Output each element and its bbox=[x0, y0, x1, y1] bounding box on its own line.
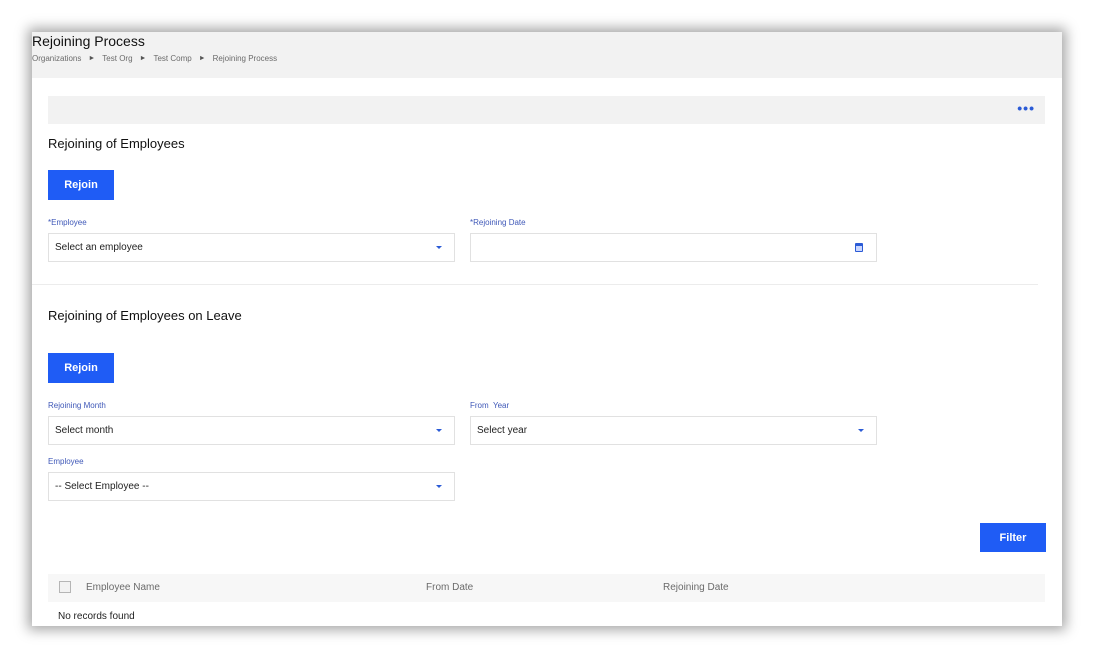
from-year-select[interactable]: Select year bbox=[470, 416, 877, 445]
filter-button[interactable]: Filter bbox=[980, 523, 1046, 552]
breadcrumb-test-comp[interactable]: Test Comp bbox=[153, 54, 191, 63]
breadcrumb-test-org[interactable]: Test Org bbox=[102, 54, 132, 63]
caret-down-icon bbox=[436, 246, 442, 249]
page-title: Rejoining Process bbox=[32, 33, 145, 49]
empty-state-message: No records found bbox=[58, 611, 135, 622]
chevron-right-icon: ► bbox=[198, 55, 206, 62]
from-year-label: From Year bbox=[470, 401, 510, 410]
employee-label: *Employee bbox=[48, 218, 87, 227]
select-all-checkbox[interactable] bbox=[59, 581, 71, 593]
more-options-icon[interactable]: ••• bbox=[1017, 100, 1035, 116]
caret-down-icon bbox=[436, 485, 442, 488]
column-employee-name[interactable]: Employee Name bbox=[86, 582, 160, 593]
rejoin-button[interactable]: Rejoin bbox=[48, 170, 114, 200]
chevron-right-icon: ► bbox=[139, 55, 147, 62]
employee-leave-select[interactable]: -- Select Employee -- bbox=[48, 472, 455, 501]
rejoin-leave-button[interactable]: Rejoin bbox=[48, 353, 114, 383]
from-year-value: Select year bbox=[477, 425, 528, 436]
calendar-icon[interactable] bbox=[855, 243, 863, 252]
page-header: Rejoining Process Organizations ► Test O… bbox=[32, 32, 1062, 78]
table-header: Employee Name From Date Rejoining Date bbox=[48, 574, 1045, 602]
toolbar: ••• bbox=[48, 96, 1045, 124]
employee-select-value: Select an employee bbox=[55, 242, 143, 253]
caret-down-icon bbox=[858, 429, 864, 432]
app-window: Rejoining Process Organizations ► Test O… bbox=[32, 32, 1062, 626]
employee-select[interactable]: Select an employee bbox=[48, 233, 455, 262]
employee-leave-value: -- Select Employee -- bbox=[55, 481, 149, 492]
employee-leave-label: Employee bbox=[48, 457, 84, 466]
section-divider bbox=[32, 284, 1038, 285]
rejoining-month-value: Select month bbox=[55, 425, 114, 436]
breadcrumb-rejoining-process: Rejoining Process bbox=[212, 54, 278, 63]
column-from-date[interactable]: From Date bbox=[426, 582, 473, 593]
rejoining-month-label: Rejoining Month bbox=[48, 401, 106, 410]
chevron-right-icon: ► bbox=[88, 55, 96, 62]
caret-down-icon bbox=[436, 429, 442, 432]
section-title-rejoining: Rejoining of Employees bbox=[48, 136, 185, 151]
breadcrumb-organizations[interactable]: Organizations bbox=[32, 54, 81, 63]
rejoining-month-select[interactable]: Select month bbox=[48, 416, 455, 445]
breadcrumb: Organizations ► Test Org ► Test Comp ► R… bbox=[32, 54, 277, 63]
rejoining-date-label: *Rejoining Date bbox=[470, 218, 526, 227]
section-title-rejoining-on-leave: Rejoining of Employees on Leave bbox=[48, 308, 242, 323]
rejoining-date-input[interactable] bbox=[470, 233, 877, 262]
column-rejoining-date[interactable]: Rejoining Date bbox=[663, 582, 729, 593]
